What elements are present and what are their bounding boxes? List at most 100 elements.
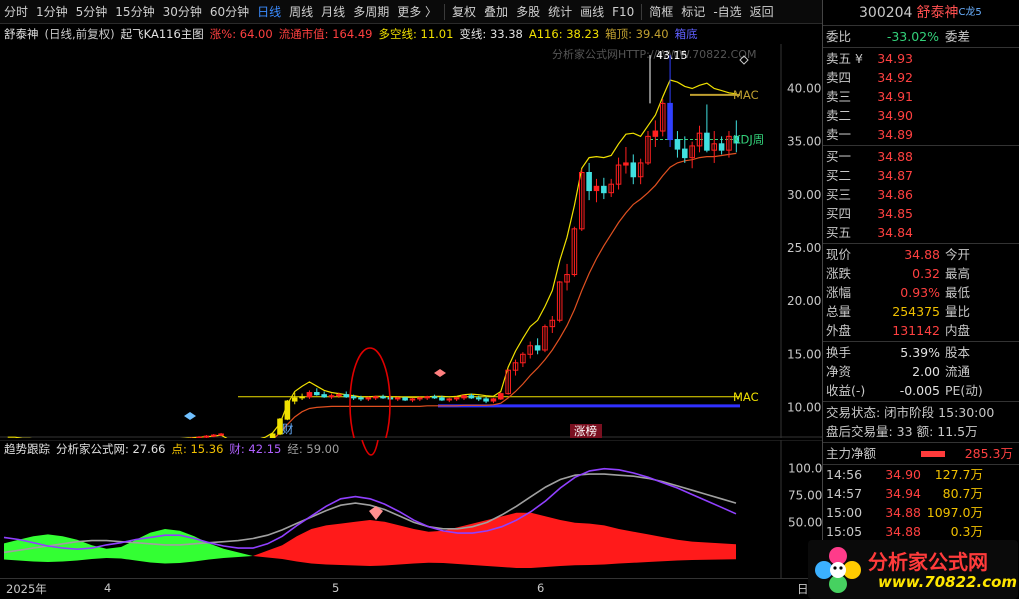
tick-price: 34.90: [885, 467, 921, 482]
toolbar-item[interactable]: 多股: [512, 0, 544, 24]
y-tick-label: 15.00: [787, 347, 821, 361]
candle-body: [299, 396, 305, 399]
stat-label: 总量: [826, 304, 852, 319]
level-price: 34.90: [877, 108, 913, 123]
candle-body: [314, 392, 320, 396]
toolbar-item[interactable]: 标记: [677, 0, 709, 24]
bid-row[interactable]: 买五 34.84: [823, 223, 1019, 242]
toolbar-item[interactable]: 1分钟: [32, 0, 72, 24]
bid-row[interactable]: 买三 34.86: [823, 185, 1019, 204]
tick-row[interactable]: 15:05 34.88 0.3万: [823, 522, 1019, 541]
toolbar-item[interactable]: 月线: [317, 0, 349, 24]
y-tick-label: 10.00: [787, 400, 821, 414]
main-indicator-legend: 舒泰神 (日线,前复权) 起飞KA116主图 涨%: 64.00 流通市值: 1…: [4, 25, 698, 43]
level-label: 买四: [826, 206, 852, 221]
toolbar-item[interactable]: 日线: [253, 0, 285, 24]
ask-row[interactable]: 卖二 34.90: [823, 106, 1019, 125]
main-candlestick-chart[interactable]: 40.00 35.00 30.00 25.00 20.00 15.00 10.00 43.15…: [0, 44, 822, 438]
toolbar-item[interactable]: 分时: [0, 0, 32, 24]
stat-value: 0.93%: [900, 285, 940, 300]
sub-legend-cai: 财: 42.15: [229, 442, 282, 456]
highlight-ellipse: [349, 347, 391, 438]
ask-row[interactable]: 卖四 34.92: [823, 68, 1019, 87]
candle-body: [718, 143, 725, 151]
toolbar-item[interactable]: 返回: [746, 0, 778, 24]
tick-volume: 127.7万: [934, 467, 983, 482]
level-price: 34.92: [877, 70, 913, 85]
toolbar-item[interactable]: F10: [608, 0, 638, 24]
candle-body: [674, 139, 681, 150]
bid-row[interactable]: 买四 34.85: [823, 204, 1019, 223]
sub-legend-name[interactable]: 趋势跟踪: [4, 440, 50, 458]
sub-indicator-legend: 趋势跟踪 分析家公式网: 27.66 点: 15.36 财: 42.15 经: …: [4, 440, 339, 458]
toolbar-item[interactable]: 叠加: [480, 0, 512, 24]
signal-diamond-icon: [434, 369, 446, 377]
tick-row[interactable]: 14:56 34.90 127.7万: [823, 465, 1019, 484]
tick-price: 34.88: [885, 524, 921, 539]
legend-formula-name[interactable]: 起飞KA116主图: [121, 25, 204, 43]
stat-value: 254375: [892, 304, 940, 319]
main-flow-value: 285.3万: [964, 446, 1013, 461]
toolbar-item[interactable]: 周线: [285, 0, 317, 24]
toolbar-item[interactable]: -自选: [709, 0, 745, 24]
candle-body: [218, 433, 224, 436]
candle-body: [439, 397, 445, 401]
candle-body: [394, 397, 401, 400]
stat-label: 涨幅: [826, 285, 852, 300]
tick-list[interactable]: 14:56 34.90 127.7万 14:57 34.94 80.7万 15:00 34.8…: [823, 465, 1019, 541]
bid-row[interactable]: 买二 34.87: [823, 166, 1019, 185]
candle-body: [704, 132, 710, 151]
toolbar-item[interactable]: 60分钟: [206, 0, 253, 24]
stock-header: 300204 舒泰神C龙5: [823, 0, 1019, 26]
toolbar-item[interactable]: 多周期: [349, 0, 393, 24]
toolbar-item[interactable]: 15分钟: [111, 0, 158, 24]
stat-row: 涨跌 0.32 最高: [823, 264, 1019, 283]
level-marker-label: MAC: [733, 390, 759, 404]
level-price: 34.87: [877, 168, 913, 183]
candle-body: [468, 395, 475, 399]
stock-tag: C龙5: [958, 7, 982, 18]
toolbar-item[interactable]: 30分钟: [159, 0, 206, 24]
stat-label-2: 最高: [945, 266, 971, 281]
sub-y-tick-label: 75.00: [788, 489, 822, 503]
stat-label: 现价: [826, 247, 852, 262]
bid-row[interactable]: 买一 34.88: [823, 147, 1019, 166]
quote-stats: 现价 34.88 今开 涨跌 0.32 最高 涨幅 0.93% 最低 总量 254375 量比 外盘 13…: [823, 244, 1019, 342]
stat-label-2: 量比: [945, 304, 971, 319]
toolbar-item[interactable]: 统计: [544, 0, 576, 24]
candle-body: [417, 397, 423, 400]
toolbar-item[interactable]: 5分钟: [72, 0, 112, 24]
level-price: 34.91: [877, 89, 913, 104]
candle-body: [402, 397, 408, 401]
toolbar-item[interactable]: 复权: [448, 0, 480, 24]
stat-value: 0.32: [912, 266, 940, 281]
tick-volume: 80.7万: [942, 486, 983, 501]
level-label: 买三: [826, 187, 852, 202]
ask-row[interactable]: 卖三 34.91: [823, 87, 1019, 106]
ask-row[interactable]: 卖一 34.89: [823, 125, 1019, 144]
sub-indicator-chart[interactable]: 100.0 75.00 50.00: [0, 440, 822, 578]
y-tick-label: 40.00: [787, 82, 821, 96]
candle-body: [306, 392, 313, 398]
candle-body: [601, 185, 607, 194]
bid-book: 买一 34.88 买二 34.87 买三 34.86 买四 34.85 买五 34.84: [823, 146, 1019, 244]
stat-label: 净资: [826, 364, 852, 379]
stat-label-2: 股本: [945, 345, 971, 360]
candle-body: [593, 185, 600, 192]
tick-row[interactable]: 14:57 34.94 80.7万: [823, 484, 1019, 503]
toolbar-separator: [641, 3, 643, 20]
stat-row: 收益(-) -0.005 PE(动): [823, 381, 1019, 400]
tick-time: 14:57: [826, 486, 863, 501]
stat-row: 换手 5.39% 股本: [823, 343, 1019, 362]
tick-row[interactable]: 15:00 34.88 1097.0万: [823, 503, 1019, 522]
toolbar-separator: [444, 3, 446, 20]
legend-bx: 变线: 33.38: [459, 27, 523, 41]
level-label: 买五: [826, 225, 852, 240]
toolbar-item[interactable]: 画线: [576, 0, 608, 24]
toolbar-item[interactable]: 更多 〉: [393, 0, 441, 24]
toolbar-item[interactable]: 简框: [645, 0, 677, 24]
ask-row[interactable]: 卖五 ¥ 34.93: [823, 49, 1019, 68]
stat-label-2: 最低: [945, 285, 971, 300]
level-price: 34.84: [877, 225, 913, 240]
stock-name: 舒泰神: [916, 5, 959, 21]
